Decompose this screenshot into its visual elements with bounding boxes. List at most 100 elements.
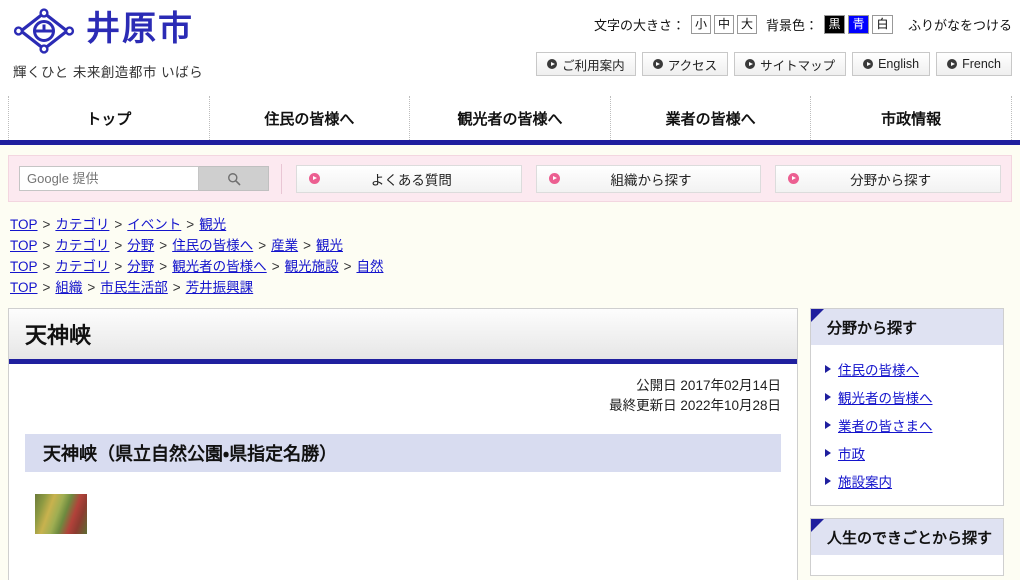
nav-item-residents[interactable]: 住民の皆様へ <box>210 96 411 140</box>
breadcrumb-link[interactable]: カテゴリ <box>55 259 109 274</box>
header-link-guide[interactable]: ご利用案内 <box>536 52 636 76</box>
main-content: 天神峡 公開日 2017年02月14日 最終更新日 2022年10月28日 天神… <box>8 308 798 580</box>
breadcrumb-link[interactable]: TOP <box>10 280 38 295</box>
sidebar-item-label: 業者の皆さまへ <box>838 419 933 434</box>
quickbar: よくある質問 組織から探す 分野から探す <box>8 155 1012 202</box>
sidebar-link-list <box>811 555 1003 575</box>
breadcrumb-link[interactable]: 芳井振興課 <box>186 280 254 295</box>
breadcrumb-separator: > <box>186 217 195 232</box>
search-button[interactable] <box>199 166 269 191</box>
quicklink-label: よくある質問 <box>370 172 452 188</box>
breadcrumb-link[interactable]: カテゴリ <box>55 238 109 253</box>
search-input[interactable] <box>19 166 199 191</box>
breadcrumb-separator: > <box>159 259 168 274</box>
breadcrumb-link[interactable]: 産業 <box>271 238 298 253</box>
text-size-label: 文字の大きさ： <box>593 18 685 33</box>
breadcrumb-link[interactable]: TOP <box>10 259 38 274</box>
breadcrumb-link[interactable]: 自然 <box>356 259 383 274</box>
play-circle-icon <box>863 59 874 69</box>
furigana-toggle[interactable]: ふりがなをつける <box>908 15 1012 34</box>
breadcrumb-link[interactable]: イベント <box>127 217 181 232</box>
city-name: 井原市 <box>86 10 194 48</box>
breadcrumb-link[interactable]: 観光施設 <box>285 259 339 274</box>
sidebar: 分野から探す 住民の皆様へ 観光者の皆様へ 業者の皆さまへ 市政 施設案内 人生… <box>810 308 1004 580</box>
header-link-label: サイトマップ <box>760 58 836 73</box>
breadcrumb-separator: > <box>271 259 280 274</box>
breadcrumb-link[interactable]: 観光 <box>316 238 343 253</box>
site-header: 井原市 輝くひと 未来創造都市 いばら 文字の大きさ： 小 中 大 背景色： 黒… <box>0 0 1020 96</box>
sidebar-item-city-government[interactable]: 市政 <box>811 439 1003 467</box>
breadcrumb-link[interactable]: 組織 <box>55 280 82 295</box>
nav-item-businesses[interactable]: 業者の皆様へ <box>611 96 812 140</box>
quicklink-label: 分野から探す <box>850 172 932 188</box>
breadcrumb-link[interactable]: TOP <box>10 238 38 253</box>
article-dates: 公開日 2017年02月14日 最終更新日 2022年10月28日 <box>9 364 797 416</box>
text-size-buttons: 小 中 大 <box>690 15 757 34</box>
page-columns: 天神峡 公開日 2017年02月14日 最終更新日 2022年10月28日 天神… <box>0 298 1020 580</box>
site-search <box>19 166 269 191</box>
triangle-bullet-icon <box>825 449 831 457</box>
header-link-label: ご利用案内 <box>562 58 625 73</box>
quickbar-links: よくある質問 組織から探す 分野から探す <box>296 164 1002 193</box>
article-photo[interactable] <box>35 494 87 534</box>
breadcrumb-separator: > <box>258 238 267 253</box>
breadcrumb-separator: > <box>172 280 181 295</box>
breadcrumb-link[interactable]: 観光者の皆様へ <box>172 259 267 274</box>
nav-item-top[interactable]: トップ <box>8 96 210 140</box>
breadcrumb-separator: > <box>114 217 123 232</box>
article-subheading: 天神峡（県立自然公園・県指定名勝） <box>25 434 781 472</box>
page-title: 天神峡 <box>9 309 797 364</box>
quicklink-by-organization[interactable]: 組織から探す <box>535 164 762 193</box>
sidebar-item-residents[interactable]: 住民の皆様へ <box>811 355 1003 383</box>
play-circle-icon <box>947 59 958 69</box>
quicklink-faq[interactable]: よくある質問 <box>296 164 522 193</box>
breadcrumb-link[interactable]: TOP <box>10 217 38 232</box>
bg-black-button[interactable]: 黒 <box>823 15 845 34</box>
breadcrumb-link[interactable]: 市民生活部 <box>100 280 168 295</box>
nav-item-tourists[interactable]: 観光者の皆様へ <box>410 96 611 140</box>
quicklink-by-category[interactable]: 分野から探す <box>775 164 1002 193</box>
quickbar-divider <box>281 163 282 194</box>
breadcrumb: TOP > カテゴリ > イベント > 観光 <box>10 214 1020 235</box>
breadcrumb-link[interactable]: 分野 <box>127 238 154 253</box>
play-circle-icon <box>547 59 558 69</box>
sidebar-item-label: 観光者の皆様へ <box>838 391 933 406</box>
header-link-access[interactable]: アクセス <box>641 52 729 76</box>
sidebar-item-label: 市政 <box>838 447 865 462</box>
sidebar-item-tourists[interactable]: 観光者の皆様へ <box>811 383 1003 411</box>
nav-item-city-info[interactable]: 市政情報 <box>811 96 1012 140</box>
breadcrumb-link[interactable]: 住民の皆様へ <box>172 238 253 253</box>
bg-white-button[interactable]: 白 <box>871 15 893 34</box>
global-navigation: トップ 住民の皆様へ 観光者の皆様へ 業者の皆様へ 市政情報 <box>0 96 1020 145</box>
sidebar-item-label: 施設案内 <box>838 475 892 490</box>
pink-play-icon <box>309 173 320 184</box>
breadcrumb-separator: > <box>303 238 311 253</box>
breadcrumb-link[interactable]: 分野 <box>127 259 154 274</box>
sidebar-item-businesses[interactable]: 業者の皆さまへ <box>811 411 1003 439</box>
header-link-english[interactable]: English <box>852 52 931 76</box>
quickbar-wrapper: よくある質問 組織から探す 分野から探す <box>0 145 1020 202</box>
breadcrumb: TOP > 組織 > 市民生活部 > 芳井振興課 <box>10 277 1020 298</box>
bg-blue-button[interactable]: 青 <box>847 15 869 34</box>
triangle-bullet-icon <box>825 393 831 401</box>
triangle-bullet-icon <box>825 477 831 485</box>
sidebar-box-title: 人生のできごとから探す <box>811 519 1003 555</box>
header-link-label: アクセス <box>667 58 718 73</box>
triangle-bullet-icon <box>825 421 831 429</box>
site-tagline: 輝くひと 未来創造都市 いばら <box>13 65 204 80</box>
text-size-large-button[interactable]: 大 <box>736 15 757 34</box>
header-link-sitemap[interactable]: サイトマップ <box>734 52 847 76</box>
article-photo-wrapper <box>9 472 797 534</box>
breadcrumb-separator: > <box>42 238 51 253</box>
text-size-small-button[interactable]: 小 <box>690 15 711 34</box>
breadcrumb-separator: > <box>343 259 352 274</box>
text-size-medium-button[interactable]: 中 <box>713 15 734 34</box>
breadcrumb-link[interactable]: カテゴリ <box>55 217 109 232</box>
breadcrumb: TOP > カテゴリ > 分野 > 観光者の皆様へ > 観光施設 > 自然 <box>10 256 1020 277</box>
header-link-french[interactable]: French <box>936 52 1012 76</box>
sidebar-item-facilities[interactable]: 施設案内 <box>811 467 1003 495</box>
accessibility-tools: 文字の大きさ： 小 中 大 背景色： 黒 青 白 ふりがなをつける <box>594 15 1012 34</box>
site-brand[interactable]: 井原市 輝くひと 未来創造都市 いばら <box>10 6 203 81</box>
sidebar-box-by-category: 分野から探す 住民の皆様へ 観光者の皆様へ 業者の皆さまへ 市政 施設案内 <box>810 308 1004 506</box>
breadcrumb-link[interactable]: 観光 <box>199 217 226 232</box>
